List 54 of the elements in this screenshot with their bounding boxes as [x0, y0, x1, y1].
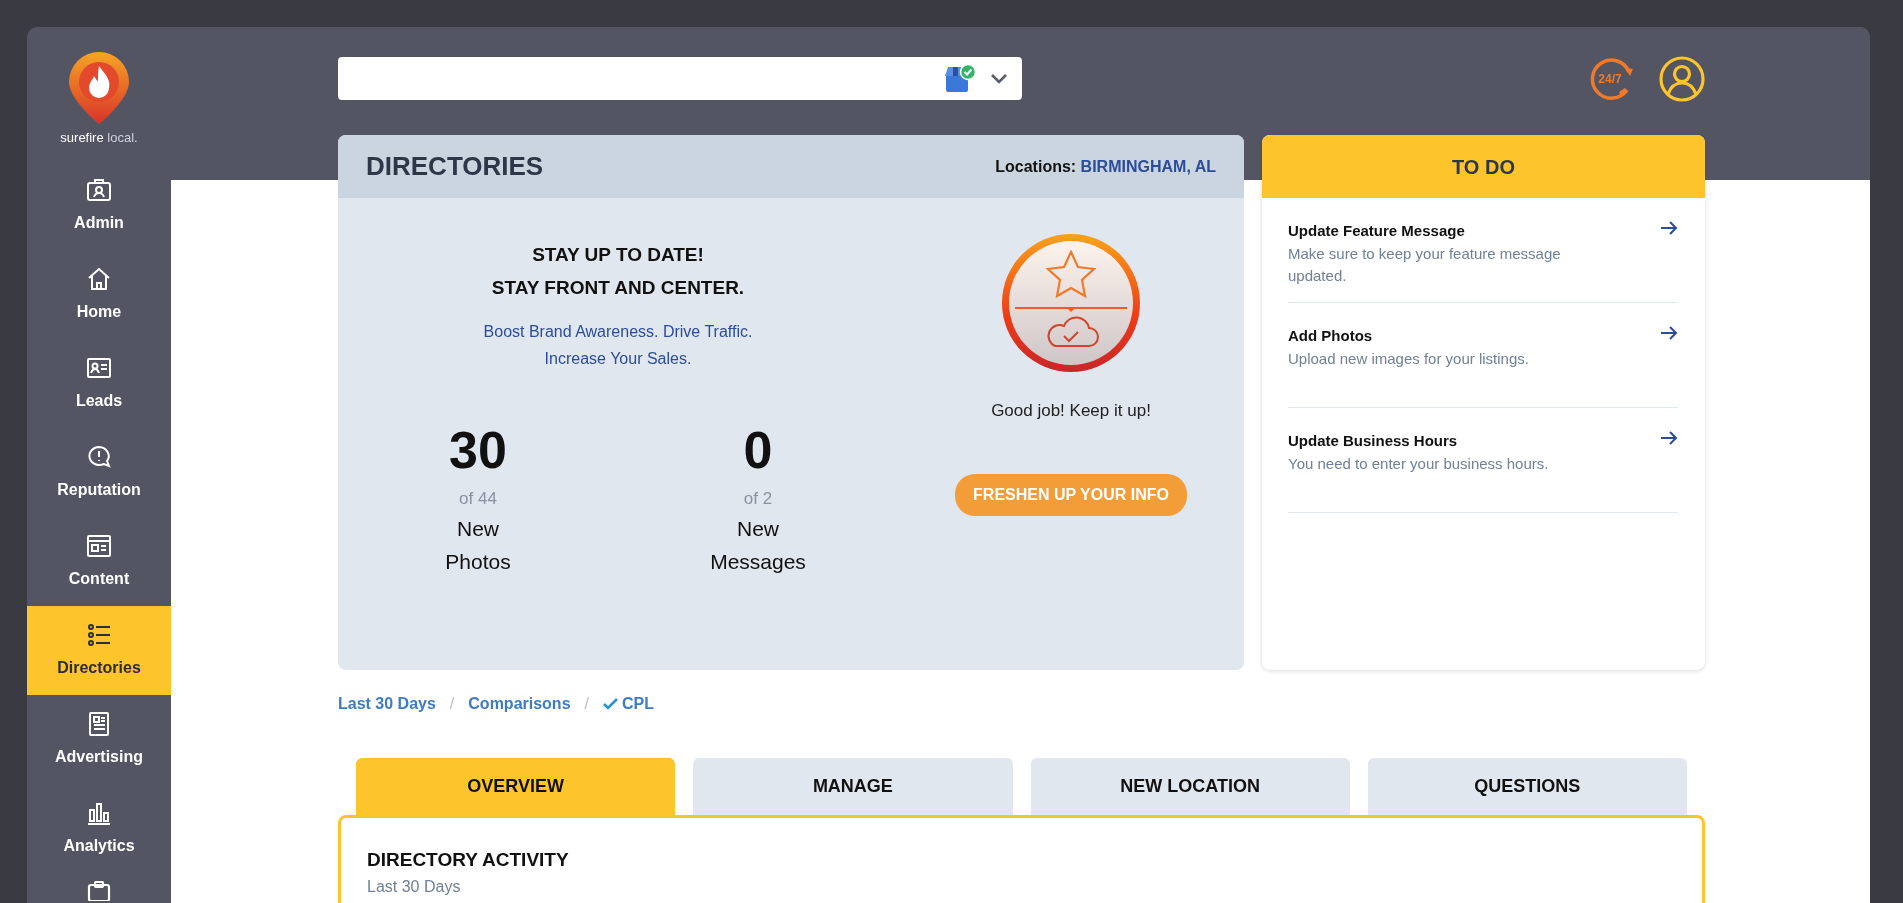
layout-window-icon — [86, 532, 112, 559]
todo-title: Update Business Hours — [1288, 431, 1459, 451]
sidebar-item[interactable]: Admin — [27, 161, 171, 250]
sidebar-item[interactable]: Reputation — [27, 428, 171, 517]
arrow-right-icon[interactable] — [1660, 325, 1678, 341]
locations-label: Locations: BIRMINGHAM, AL — [995, 156, 1216, 177]
panel-title: DIRECTORY ACTIVITY — [367, 848, 570, 872]
stat-value: 30 — [449, 420, 507, 480]
stat-label: New Messages — [710, 515, 806, 575]
stat-total: of 2 — [743, 488, 773, 510]
sidebar-item[interactable]: Analytics — [27, 784, 171, 873]
breadcrumb-link[interactable]: CPL — [603, 692, 654, 716]
sidebar-item[interactable]: Advertising — [27, 695, 171, 784]
todo-title: Update Feature Message — [1288, 221, 1466, 241]
arrow-right-icon[interactable] — [1660, 220, 1678, 236]
sidebar-item[interactable]: Content — [27, 517, 171, 606]
arrow-right-icon[interactable] — [1660, 430, 1678, 446]
location-select[interactable] — [338, 57, 1022, 100]
sidebar-item[interactable]: Home — [27, 250, 171, 339]
status-message: Good job! Keep it up! — [991, 400, 1151, 422]
chevron-down-icon[interactable] — [990, 73, 1008, 84]
checkmark-icon — [603, 698, 618, 710]
logo-pin-icon — [67, 50, 131, 127]
home-icon — [86, 265, 112, 292]
breadcrumb-separator: / — [584, 694, 589, 714]
stat-label: New Photos — [445, 515, 511, 575]
panel-subtitle: Last 30 Days — [367, 876, 462, 897]
breadcrumb-link[interactable]: Comparisons — [468, 692, 571, 716]
todo-description: You need to enter your business hours. — [1288, 453, 1550, 474]
speech-alert-icon — [86, 443, 112, 470]
headline: STAY UP TO DATE! STAY FRONT AND CENTER. — [491, 243, 745, 300]
tab[interactable]: QUESTIONS — [1367, 758, 1687, 815]
id-badge-icon — [86, 176, 112, 203]
stat-value: 0 — [743, 420, 773, 480]
verified-store-icon — [944, 63, 976, 94]
card-title: DIRECTORIES — [366, 150, 544, 183]
stat-total: of 44 — [459, 488, 497, 510]
newspaper-icon — [86, 710, 112, 737]
tab[interactable]: OVERVIEW — [356, 758, 676, 815]
tab[interactable]: NEW LOCATION — [1030, 758, 1350, 815]
logo-text: surefire local. — [60, 129, 138, 148]
clipboard-icon[interactable] — [86, 881, 112, 901]
bulleted-list-icon — [86, 621, 112, 648]
todo-title: Add Photos — [1288, 326, 1374, 346]
todo-description: Upload new images for your listings. — [1288, 348, 1530, 369]
tagline: Boost Brand Awareness. Drive Traffic. Increase Your Sales. — [483, 322, 753, 369]
sidebar-item[interactable]: Directories — [27, 606, 171, 695]
user-avatar-icon[interactable] — [1659, 55, 1705, 102]
breadcrumb-separator: / — [449, 694, 455, 714]
breadcrumb-link[interactable]: Last 30 Days — [338, 692, 436, 716]
tab[interactable]: MANAGE — [693, 758, 1013, 815]
sidebar-item[interactable]: Leads — [27, 339, 171, 428]
todo-description: Make sure to keep your feature message updated. — [1288, 243, 1562, 286]
todo-header: TO DO — [1262, 135, 1705, 198]
